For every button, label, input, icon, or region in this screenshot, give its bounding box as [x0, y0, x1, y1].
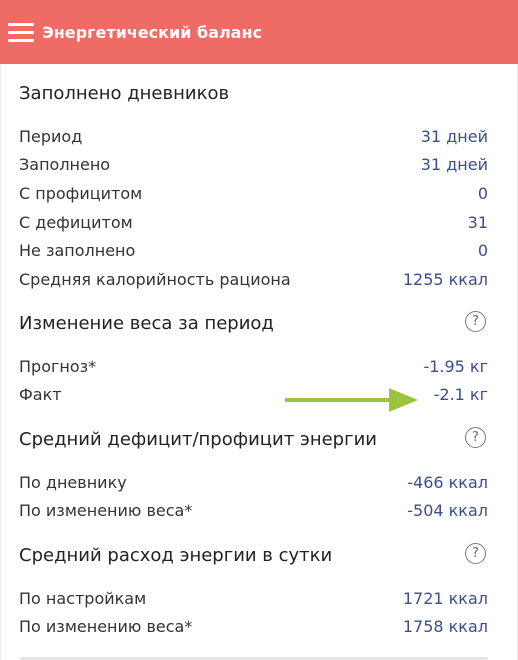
page-title: Энергетический баланс [42, 22, 262, 42]
row-value: 1255 ккал [402, 269, 488, 289]
section-title: Изменение веса за период [19, 312, 274, 334]
row-label: По дневнику [19, 472, 127, 492]
row-label: По настройкам [19, 588, 147, 608]
row-value: 31 дней [420, 155, 488, 175]
section-title: Средний дефицит/профицит энергии [19, 428, 377, 450]
list-item: По изменению веса* 1758 ккал [19, 613, 488, 642]
row-value: -2.1 кг [433, 385, 488, 405]
row-value: 1721 ккал [402, 588, 488, 608]
list-item: Период 31 дней [19, 122, 488, 151]
avg-expenditure-section: Средний расход энергии в сутки ? По наст… [19, 540, 488, 641]
section-title: Заполнено дневников [19, 82, 230, 104]
row-label: Средняя калорийность рациона [19, 269, 291, 289]
row-label: Факт [19, 385, 62, 405]
list-item: По настройкам 1721 ккал [19, 584, 488, 613]
row-value: 0 [477, 241, 488, 261]
row-value: 0 [477, 183, 488, 203]
list-item: Заполнено 31 дней [19, 151, 488, 180]
list-item: Не заполнено 0 [19, 236, 488, 265]
row-value: -1.95 кг [423, 356, 488, 376]
row-label: По изменению веса* [19, 501, 193, 521]
help-icon[interactable]: ? [465, 427, 486, 448]
row-value: 31 дней [420, 126, 488, 146]
row-label: Период [19, 126, 83, 146]
section-title: Средний расход энергии в сутки [19, 544, 333, 566]
row-label: Прогноз* [19, 356, 97, 376]
row-label: По изменению веса* [19, 617, 193, 637]
row-label: С профицитом [19, 183, 143, 203]
help-icon[interactable]: ? [465, 543, 486, 564]
list-item: С профицитом 0 [19, 179, 488, 208]
row-value: -466 ккал [407, 472, 488, 492]
list-item: По дневнику -466 ккал [19, 468, 488, 497]
help-icon[interactable]: ? [465, 311, 486, 332]
menu-icon[interactable] [8, 18, 36, 46]
row-label: С дефицитом [19, 212, 133, 232]
row-value: 31 [467, 212, 488, 232]
list-item: По изменению веса* -504 ккал [19, 497, 488, 526]
row-label: Заполнено [19, 155, 111, 175]
list-item: Прогноз* -1.95 кг [19, 352, 488, 381]
diaries-section: Заполнено дневников Период 31 дней Заполн… [19, 78, 488, 294]
row-value: -504 ккал [407, 501, 488, 521]
row-label: Не заполнено [19, 241, 136, 261]
avg-balance-section: Средний дефицит/профицит энергии ? По дн… [19, 424, 488, 525]
row-value: 1758 ккал [402, 617, 488, 637]
app-bar: Энергетический баланс [0, 0, 518, 64]
list-item: С дефицитом 31 [19, 208, 488, 237]
list-item: Средняя калорийность рациона 1255 ккал [19, 265, 488, 294]
arrow-right-icon [285, 388, 418, 412]
